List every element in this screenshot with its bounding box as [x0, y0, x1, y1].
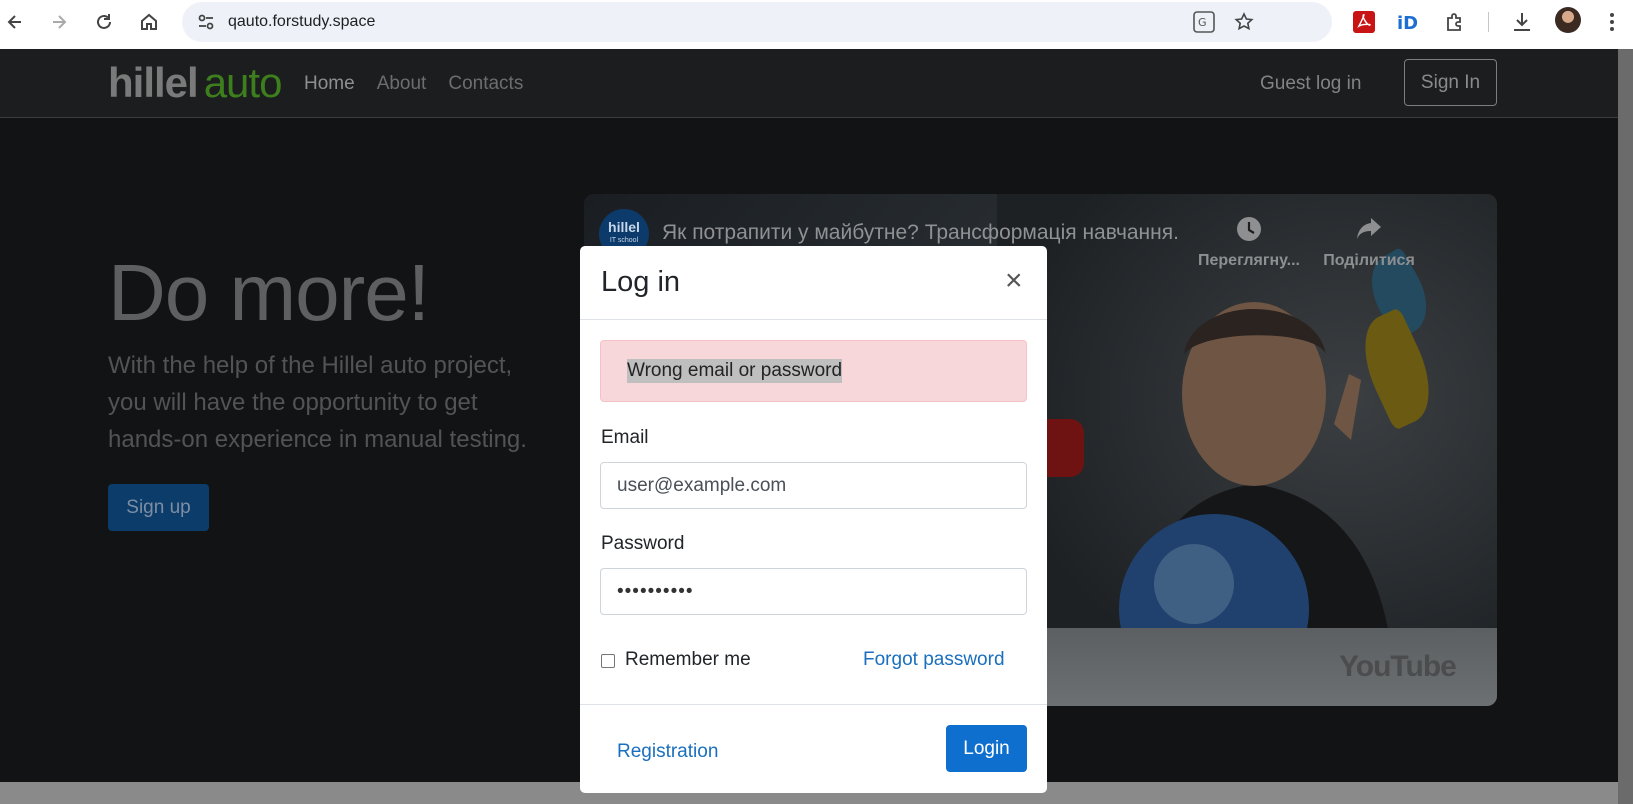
remember-me-checkbox[interactable]	[601, 654, 615, 668]
star-icon[interactable]	[1232, 10, 1256, 34]
sign-up-button[interactable]: Sign up	[108, 484, 209, 531]
share-button[interactable]: Поділитися	[1314, 212, 1424, 270]
main-nav: Home About Contacts	[304, 73, 523, 95]
site-logo[interactable]: hillel auto	[108, 59, 283, 107]
watch-later-label: Переглягну...	[1198, 252, 1300, 269]
logo-text-auto: auto	[203, 59, 283, 106]
profile-avatar[interactable]	[1555, 7, 1581, 33]
password-field[interactable]: ••••••••••	[600, 568, 1027, 615]
reload-icon[interactable]	[89, 7, 119, 37]
password-label: Password	[601, 533, 685, 554]
channel-name: hillel	[608, 219, 640, 235]
forward-icon[interactable]	[44, 7, 74, 37]
download-icon[interactable]	[1507, 7, 1537, 37]
url-text[interactable]: qauto.forstudy.space	[228, 13, 375, 31]
email-label: Email	[601, 427, 649, 448]
more-menu-icon[interactable]	[1597, 7, 1627, 37]
share-label: Поділитися	[1323, 252, 1415, 269]
site-header: hillel auto Home About Contacts Guest log…	[0, 49, 1618, 118]
logo-text-hillel: hillel	[108, 59, 199, 106]
close-icon[interactable]: ×	[1005, 266, 1023, 296]
modal-title: Log in	[601, 266, 681, 298]
browser-toolbar: qauto.forstudy.space G iD	[0, 0, 1633, 49]
hero-title: Do more!	[108, 248, 430, 337]
youtube-logo[interactable]: YouTube	[1339, 650, 1457, 684]
forgot-password-link[interactable]: Forgot password	[863, 649, 1005, 671]
back-icon[interactable]	[0, 7, 30, 37]
sign-in-button[interactable]: Sign In	[1404, 59, 1497, 106]
site-settings-icon[interactable]	[194, 10, 218, 34]
svg-text:G: G	[1198, 16, 1207, 29]
modal-header: Log in ×	[580, 246, 1047, 320]
error-alert: Wrong email or password	[600, 340, 1027, 402]
pdf-extension-icon[interactable]	[1349, 7, 1379, 37]
login-button[interactable]: Login	[946, 725, 1027, 772]
address-bar[interactable]: qauto.forstudy.space G	[182, 2, 1332, 42]
guest-login-link[interactable]: Guest log in	[1260, 73, 1361, 95]
nav-about[interactable]: About	[377, 73, 427, 95]
error-message: Wrong email or password	[627, 359, 843, 383]
home-icon[interactable]	[134, 7, 164, 37]
share-icon	[1314, 212, 1424, 246]
clock-icon	[1194, 212, 1304, 246]
email-field[interactable]: user@example.com	[600, 462, 1027, 509]
toolbar-separator	[1488, 12, 1489, 32]
remember-me-label[interactable]: Remember me	[625, 649, 751, 671]
hero-subtitle: With the help of the Hillel auto project…	[108, 352, 527, 453]
puzzle-icon[interactable]	[1440, 7, 1470, 37]
registration-link[interactable]: Registration	[617, 741, 718, 763]
video-title[interactable]: Як потрапити у майбутне? Трансформація н…	[662, 221, 1179, 245]
scrollbar[interactable]	[1618, 49, 1633, 804]
translate-icon[interactable]: G	[1192, 10, 1216, 34]
login-modal: Log in × Wrong email or password Email u…	[580, 246, 1047, 793]
modal-footer: Registration Login	[580, 704, 1047, 793]
svg-text:iD: iD	[1397, 13, 1418, 33]
nav-contacts[interactable]: Contacts	[448, 73, 523, 95]
id-extension-icon[interactable]: iD	[1394, 7, 1424, 37]
watch-later-button[interactable]: Переглягну...	[1194, 212, 1304, 270]
nav-home[interactable]: Home	[304, 73, 355, 95]
